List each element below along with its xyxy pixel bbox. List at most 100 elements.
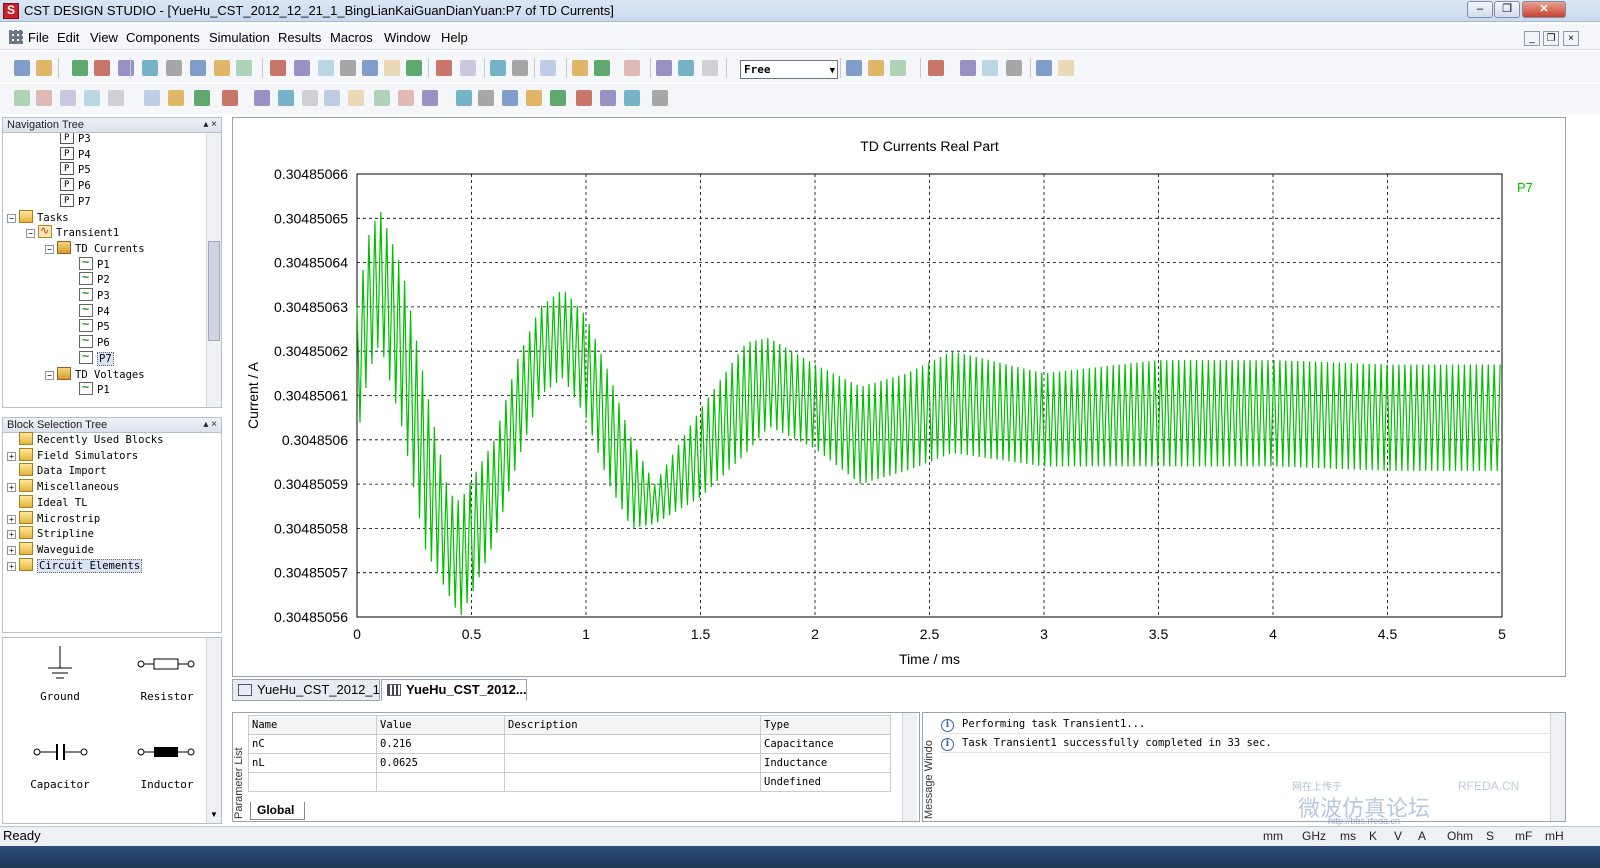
expander-icon[interactable]: − [7,213,16,223]
column-header[interactable]: Value [376,715,505,735]
toolbar-tool-icon[interactable] [1006,60,1022,76]
mdi-close-button[interactable]: × [1563,31,1579,46]
toolbar-tool-icon[interactable] [456,90,472,106]
column-header[interactable]: Type [760,715,891,735]
toolbar-tool-icon[interactable] [294,60,310,76]
param-description-cell[interactable] [504,772,761,792]
table-row[interactable]: nL 0.0625 Inductance [248,753,891,773]
block-category[interactable]: Data Import [7,463,107,479]
toolbar-tool-icon[interactable] [460,60,476,76]
ground-symbol-icon[interactable] [45,644,75,684]
tree-item[interactable]: P6 [45,177,91,194]
unit-mm[interactable]: mm [1263,829,1283,843]
expander-icon[interactable]: + [7,451,16,461]
menu-simulation[interactable]: Simulation [209,30,270,45]
toolbar-tool-icon[interactable] [318,60,334,76]
nav-tree-scrollbar[interactable] [206,133,221,407]
toolbar-tool-icon[interactable] [540,60,556,76]
unit-mf[interactable]: mF [1515,829,1532,843]
toolbar-tool-icon[interactable] [624,60,640,76]
param-value-cell[interactable] [376,772,505,792]
toolbar-tool-icon[interactable] [600,90,616,106]
toolbar-tool-icon[interactable] [108,90,124,106]
tree-item[interactable]: − TD Currents [45,240,145,257]
minimize-button[interactable]: – [1467,1,1493,18]
inductor-symbol-icon[interactable] [137,744,197,760]
table-row[interactable]: nC 0.216 Capacitance [248,734,891,754]
toolbar-tool-icon[interactable] [324,90,340,106]
menu-edit[interactable]: Edit [57,30,79,45]
menu-macros[interactable]: Macros [330,30,373,45]
tab-global[interactable]: Global [250,802,306,820]
param-description-cell[interactable] [504,734,761,754]
block-category[interactable]: + Waveguide [7,541,94,558]
block-category[interactable]: + Miscellaneous [7,479,119,495]
block-category[interactable]: Recently Used Blocks [7,432,163,448]
unit-ohm[interactable]: Ohm [1447,829,1473,843]
toolbar-tool-icon[interactable] [254,90,270,106]
param-value-cell[interactable]: 0.216 [376,734,505,754]
capacitor-symbol-icon[interactable] [33,742,89,762]
toolbar-tool-icon[interactable] [118,60,134,76]
block-category[interactable]: + Microstrip [7,510,100,527]
toolbar-tool-icon[interactable] [512,60,528,76]
tree-item[interactable]: P7 [45,193,91,210]
toolbar-tool-icon[interactable] [190,60,206,76]
toolbar-tool-icon[interactable] [384,60,400,76]
expander-icon[interactable]: − [26,229,35,239]
toolbar-tool-icon[interactable] [340,60,356,76]
unit-ghz[interactable]: GHz [1302,829,1326,843]
toolbar-tool-icon[interactable] [60,90,76,106]
mdi-minimize-button[interactable]: _ [1524,31,1540,46]
param-value-cell[interactable]: 0.0625 [376,753,505,773]
toolbar-tool-icon[interactable] [144,90,160,106]
doc-tab-schematic[interactable]: YueHu_CST_2012_1... [232,679,380,701]
toolbar-tool-icon[interactable] [270,60,286,76]
toolbar-tool-icon[interactable] [846,60,862,76]
tree-item[interactable]: − Tasks [7,209,69,226]
toolbar-tool-icon[interactable] [166,60,182,76]
toolbar-tool-icon[interactable] [278,90,294,106]
toolbar-tool-icon[interactable] [374,90,390,106]
window-menu-icon[interactable] [9,30,23,44]
expander-icon[interactable]: + [7,483,16,493]
unit-ms[interactable]: ms [1340,829,1356,843]
toolbar-tool-icon[interactable] [94,60,110,76]
toolbar-tool-icon[interactable] [624,90,640,106]
toolbar-tool-icon[interactable] [576,90,592,106]
toolbar-tool-icon[interactable] [84,90,100,106]
toolbar-tool-icon[interactable] [702,60,718,76]
toolbar-tool-icon[interactable] [236,60,252,76]
param-type-cell[interactable]: Capacitance [760,734,891,754]
toolbar-tool-icon[interactable] [550,90,566,106]
toolbar-tool-icon[interactable] [36,90,52,106]
toolbar-tool-icon[interactable] [436,60,452,76]
toolbar-tool-icon[interactable] [14,60,30,76]
toolbar-tool-icon[interactable] [572,60,588,76]
expander-icon[interactable]: − [45,244,54,254]
param-name-cell[interactable]: nC [248,734,377,754]
unit-a[interactable]: A [1418,829,1426,843]
block-category[interactable]: + Field Simulators [7,447,138,464]
toolbar-tool-icon[interactable] [1036,60,1052,76]
toolbar-tool-icon[interactable] [398,90,414,106]
menu-results[interactable]: Results [278,30,321,45]
param-name-cell[interactable]: nL [248,753,377,773]
param-description-cell[interactable] [504,753,761,773]
doc-tab-results[interactable]: YueHu_CST_2012... [381,679,527,701]
toolbar-tool-icon[interactable] [594,60,610,76]
toolbar-tool-icon[interactable] [928,60,944,76]
panel-controls-icon[interactable]: ▴ × [203,118,217,132]
menu-file[interactable]: File [28,30,49,45]
toolbar-tool-icon[interactable] [36,60,52,76]
param-name-cell[interactable] [248,772,377,792]
tree-item[interactable]: P5 [45,161,91,178]
tree-item[interactable]: − Transient1 [26,223,119,241]
restore-button[interactable]: ❐ [1494,1,1520,18]
block-category[interactable]: Ideal TL [7,494,88,511]
expander-icon[interactable]: + [7,561,16,571]
toolbar-tool-icon[interactable] [362,60,378,76]
block-category[interactable]: + Stripline [7,526,94,542]
expander-icon[interactable]: + [7,530,16,540]
mode-select[interactable]: Free ▼ [740,60,838,79]
